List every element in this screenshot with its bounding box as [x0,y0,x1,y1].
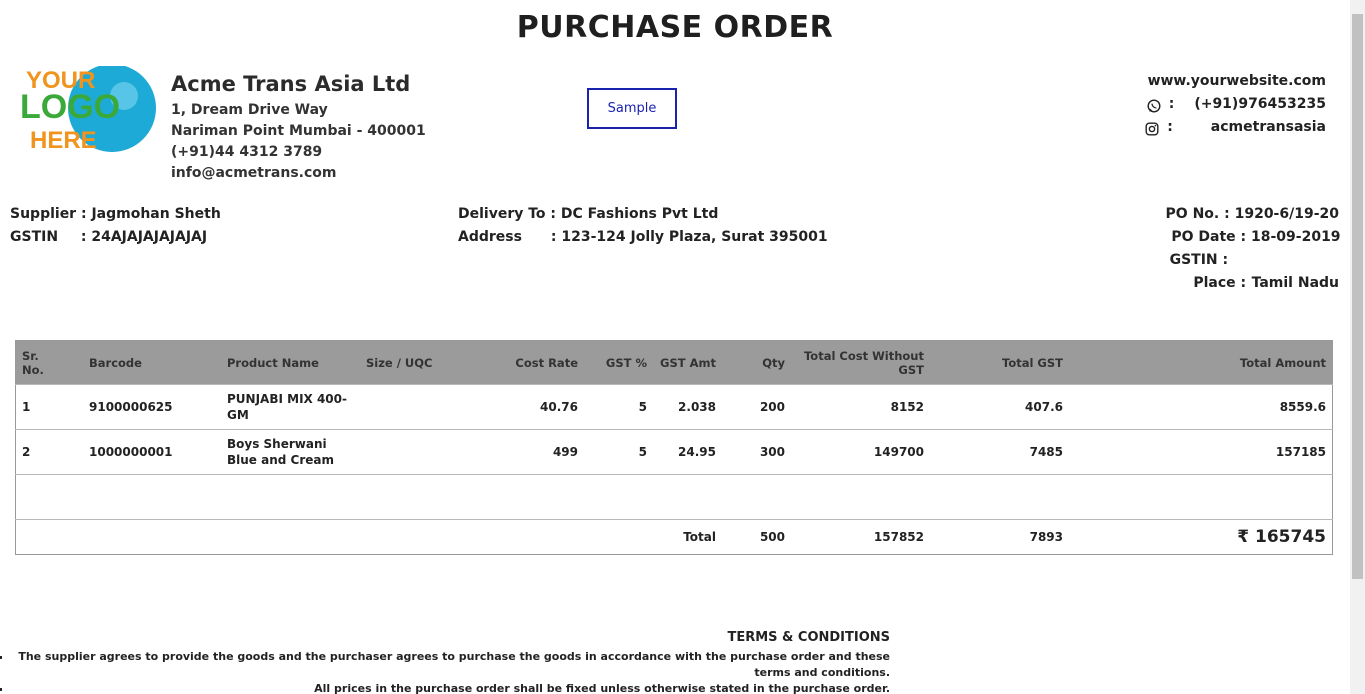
cell-sr: 2 [15,429,83,475]
supplier-gstin-separator: : [80,229,87,245]
col-gst-amt: GST Amt [653,340,722,385]
items-table: Sr. No. Barcode Product Name Size / UQC … [15,340,1333,555]
cell-total-amount: 8559.6 [1069,384,1333,430]
cell-gst-amt: 2.038 [653,384,722,430]
cell-total-gst: 407.6 [930,384,1069,430]
company-logo: YOUR LOGO HERE [20,64,160,156]
col-sr: Sr. No. [15,340,83,385]
po-number: 1920-6/19-20 [1234,206,1339,222]
terms-block: TERMS & CONDITIONS The supplier agrees t… [0,630,890,694]
po-number-label: PO No. : [1165,206,1230,222]
cell-product: Boys Sherwani Blue and Cream [221,429,360,475]
grand-total-amount: ₹ 165745 [1069,519,1333,555]
cell-barcode: 9100000625 [83,384,221,430]
vertical-scrollbar[interactable] [1350,0,1365,694]
table-row-empty [15,474,1333,520]
empty-cell [15,474,1333,520]
company-name: Acme Trans Asia Ltd [171,72,411,96]
instagram-handle: acmetransasia [1210,119,1326,135]
col-product: Product Name [221,340,360,385]
col-size: Size / UQC [360,340,502,385]
website-link[interactable]: www.yourwebsite.com [1148,70,1326,93]
cell-cost-rate: 40.76 [502,384,584,430]
cell-product: PUNJABI MIX 400-GM [221,384,360,430]
page-title: PURCHASE ORDER [516,10,834,45]
cell-barcode: 1000000001 [83,429,221,475]
terms-item: The supplier agrees to provide the goods… [12,649,890,681]
po-place: Tamil Nadu [1251,275,1339,291]
company-email: info@acmetrans.com [171,165,337,181]
delivery-address-separator: : [550,229,557,245]
delivery-address: 123-124 Jolly Plaza, Surat 395001 [561,229,828,245]
table-row: 2 1000000001 Boys Sherwani Blue and Crea… [15,429,1333,475]
col-total-amount: Total Amount [1069,340,1333,385]
cell-gst-pct: 5 [584,429,653,475]
logo-text-line2: LOGO [20,88,120,126]
delivery-block: Delivery To : DC Fashions Pvt Ltd Addres… [458,203,828,249]
company-details: Acme Trans Asia Ltd 1, Dream Drive Way N… [171,72,426,184]
supplier-label: Supplier : [10,206,87,222]
contact-block: www.yourwebsite.com : (+91)976453235 : a… [1145,70,1326,139]
col-qty: Qty [722,340,791,385]
logo-text-line3: HERE [30,127,97,154]
cell-total-without-gst: 8152 [791,384,930,430]
whatsapp-icon [1147,98,1161,113]
table-row: 1 9100000625 PUNJABI MIX 400-GM 40.76 5 … [15,384,1333,430]
cell-cost-rate: 499 [502,429,584,475]
cell-sr: 1 [15,384,83,430]
cell-size [360,429,502,475]
po-date-label: PO Date : [1171,229,1247,245]
instagram-icon [1145,121,1159,136]
scrollbar-thumb[interactable] [1352,14,1363,579]
col-total-without-gst: Total Cost Without GST [791,340,930,385]
company-address-line2: Nariman Point Mumbai - 400001 [171,123,426,139]
table-total-row: Total 500 157852 7893 ₹ 165745 [15,519,1333,555]
cell-total-amount: 157185 [1069,429,1333,475]
po-details-block: PO No. : 1920-6/19-20 PO Date : 18-09-20… [1165,203,1341,295]
cell-qty: 300 [722,429,791,475]
col-barcode: Barcode [83,340,221,385]
terms-list: The supplier agrees to provide the goods… [0,649,890,694]
terms-item: All prices in the purchase order shall b… [12,681,890,694]
cell-total-without-gst: 149700 [791,429,930,475]
cell-gst-amt: 24.95 [653,429,722,475]
supplier-block: Supplier : Jagmohan Sheth GSTIN : 24AJAJ… [10,203,221,249]
total-gst: 7893 [930,519,1069,555]
terms-heading: TERMS & CONDITIONS [727,630,890,645]
col-cost-rate: Cost Rate [502,340,584,385]
cell-total-gst: 7485 [930,429,1069,475]
cell-qty: 200 [722,384,791,430]
col-gst-pct: GST % [584,340,653,385]
company-phone: (+91)44 4312 3789 [171,144,323,160]
total-qty: 500 [722,519,791,555]
instagram-separator: : [1167,119,1173,135]
po-place-label: Place : [1193,275,1247,291]
table-header-row: Sr. No. Barcode Product Name Size / UQC … [15,340,1333,385]
delivery-address-label: Address [458,229,522,245]
col-total-gst: Total GST [930,340,1069,385]
cell-size [360,384,502,430]
delivery-to-label: Delivery To : [458,206,557,222]
delivery-to-name: DC Fashions Pvt Ltd [560,206,719,222]
whatsapp-number: (+91)976453235 [1194,96,1326,112]
purchase-order-page: PURCHASE ORDER YOUR LOGO HERE Acme Trans… [0,0,1350,694]
po-gstin-label: GSTIN : [1169,252,1229,268]
supplier-gstin-label: GSTIN [10,229,59,245]
total-without-gst: 157852 [791,519,930,555]
whatsapp-separator: : [1168,96,1175,112]
company-address-line1: 1, Dream Drive Way [171,102,328,118]
cell-gst-pct: 5 [584,384,653,430]
sample-stamp: Sample [587,88,677,129]
supplier-name: Jagmohan Sheth [91,206,221,222]
supplier-gstin: 24AJAJAJAJAJAJ [91,229,208,245]
total-label: Total [15,519,722,555]
po-date: 18-09-2019 [1251,229,1341,245]
